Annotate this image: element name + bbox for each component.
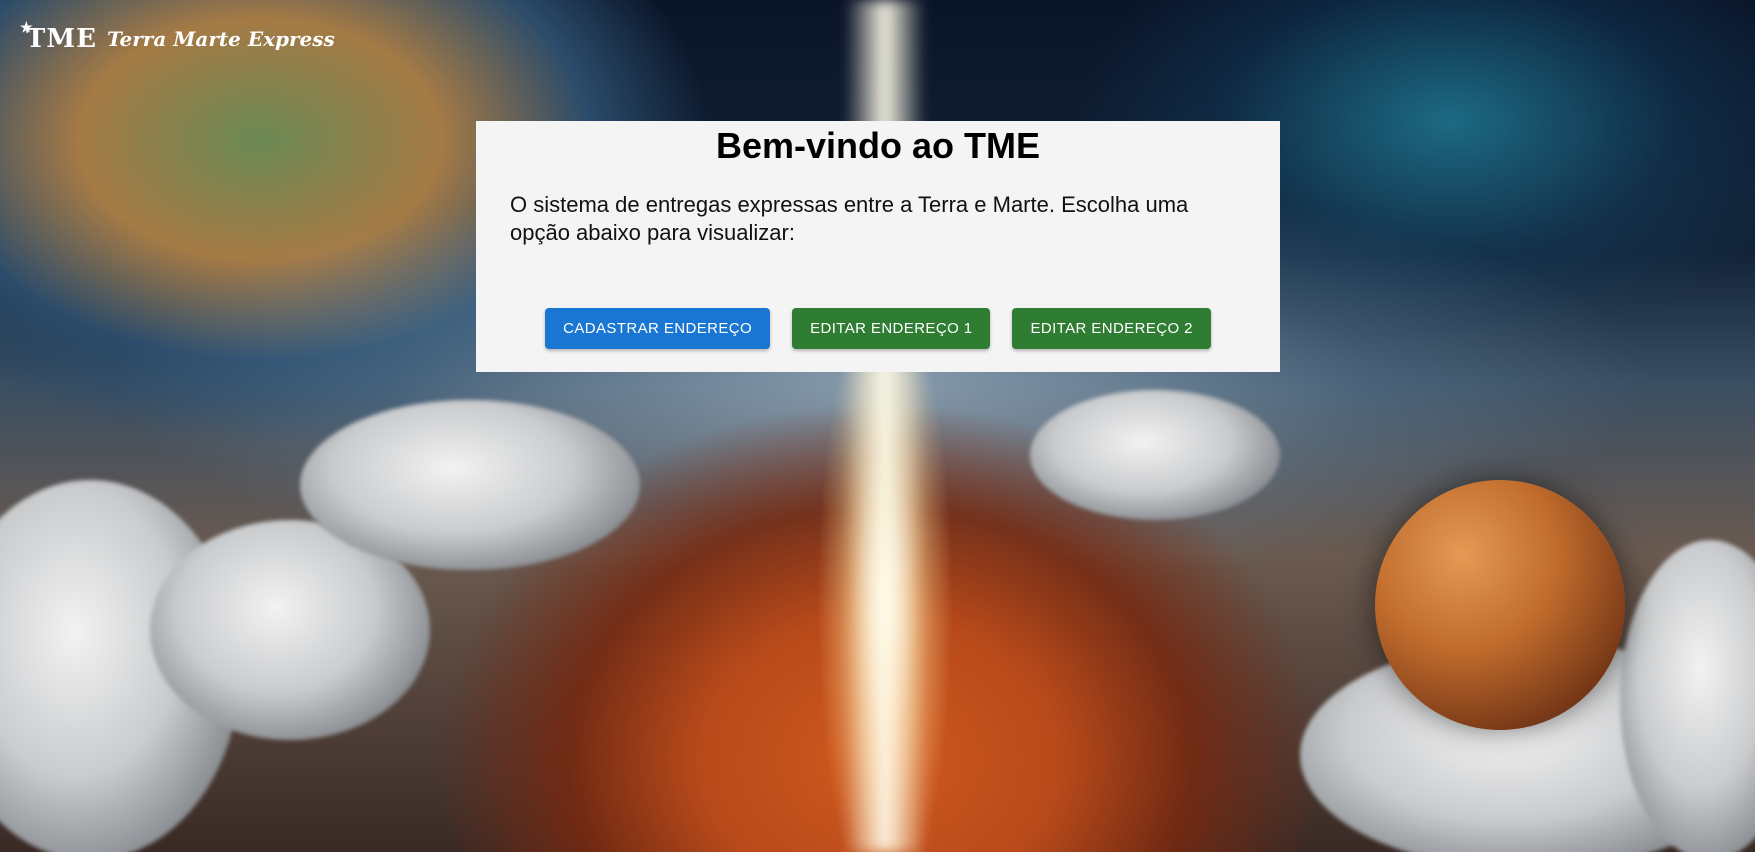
star-icon: ★ bbox=[20, 20, 34, 36]
logo-mark: ★ TME bbox=[20, 20, 97, 54]
cloud bbox=[300, 400, 640, 570]
logo-mark-text: TME bbox=[26, 24, 97, 54]
logo[interactable]: ★ TME Terra Marte Express bbox=[20, 20, 335, 54]
logo-name: Terra Marte Express bbox=[106, 27, 335, 51]
editar-endereco-2-button[interactable]: EDITAR ENDEREÇO 2 bbox=[1012, 308, 1211, 349]
cadastrar-endereco-button[interactable]: CADASTRAR ENDEREÇO bbox=[545, 308, 771, 349]
welcome-panel: Bem-vindo ao TME O sistema de entregas e… bbox=[476, 121, 1280, 372]
editar-endereco-1-button[interactable]: EDITAR ENDEREÇO 1 bbox=[792, 308, 991, 349]
mars-planet bbox=[1375, 480, 1625, 730]
page-title: Bem-vindo ao TME bbox=[715, 125, 1041, 166]
welcome-description: O sistema de entregas expressas entre a … bbox=[510, 192, 1189, 245]
cloud bbox=[1030, 390, 1280, 520]
background-scene: ★ TME Terra Marte Express Bem-vindo ao T… bbox=[0, 0, 1755, 852]
action-buttons: CADASTRAR ENDEREÇO EDITAR ENDEREÇO 1 EDI… bbox=[476, 308, 1280, 349]
